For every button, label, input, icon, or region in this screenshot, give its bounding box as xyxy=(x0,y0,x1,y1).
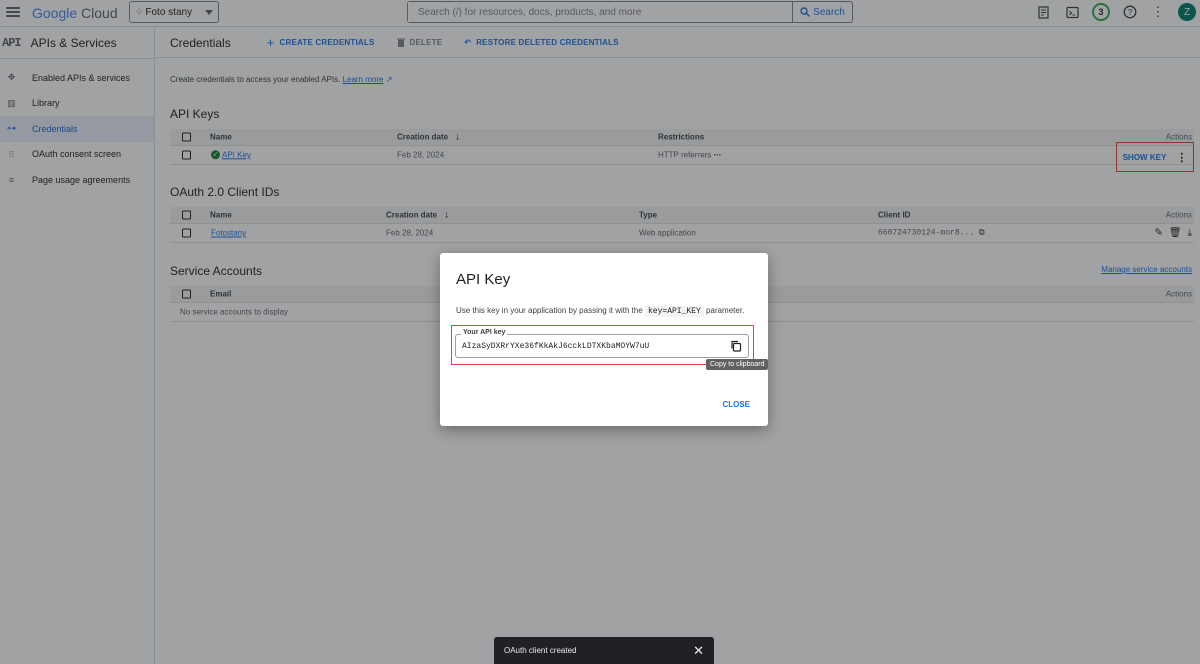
api-key-field[interactable]: Your API key AIzaSyDXRrYXe36fKkAkJ6cckLD… xyxy=(455,329,749,358)
dialog-code: key=API_KEY xyxy=(645,306,704,317)
close-icon[interactable]: ✕ xyxy=(693,643,704,659)
api-key-value[interactable]: AIzaSyDXRrYXe36fKkAkJ6cckLDTXKbaMOYW7uU xyxy=(462,342,649,351)
api-key-dialog: API Key Use this key in your application… xyxy=(440,253,769,426)
api-key-field-label: Your API key xyxy=(461,329,508,336)
dialog-text-after: parameter. xyxy=(706,306,745,315)
dialog-text-before: Use this key in your application by pass… xyxy=(456,306,643,315)
close-button[interactable]: CLOSE xyxy=(722,400,750,409)
copy-tooltip: Copy to clipboard xyxy=(706,359,769,370)
snackbar-message: OAuth client created xyxy=(504,646,577,655)
snackbar: OAuth client created ✕ xyxy=(494,637,714,664)
copy-to-clipboard-icon[interactable] xyxy=(728,338,744,354)
dialog-description: Use this key in your application by pass… xyxy=(456,306,745,317)
dialog-title: API Key xyxy=(456,271,511,288)
